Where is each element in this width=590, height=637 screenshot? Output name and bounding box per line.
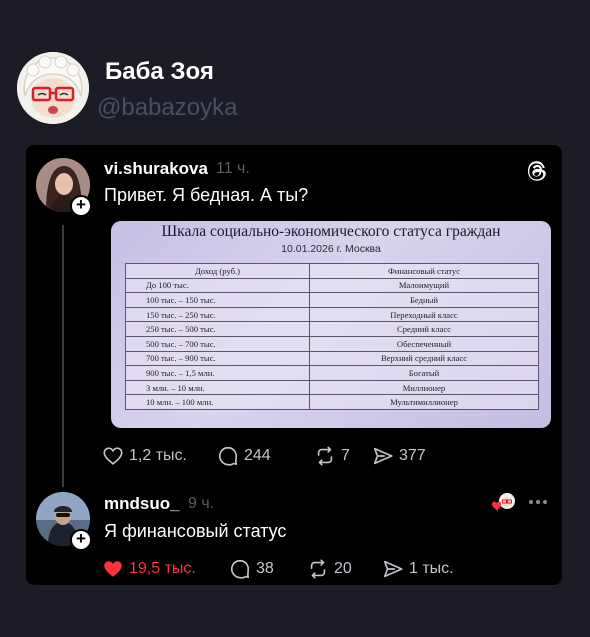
more-options-icon[interactable]	[528, 499, 548, 505]
author-liked-icon	[492, 493, 515, 511]
table-cell: Обеспеченный	[309, 335, 539, 352]
table-cell: Верхний средний класс	[309, 350, 539, 367]
reply-repost-count: 20	[334, 560, 352, 577]
table-cell: 100 тыс. – 150 тыс.	[125, 292, 310, 308]
reply-comment-count: 38	[256, 560, 274, 577]
table-row: 150 тыс. – 250 тыс. Переходный класс	[125, 306, 539, 323]
table-row: 700 тыс. – 900 тыс. Верхний средний класс	[125, 350, 539, 367]
comment-icon	[230, 559, 250, 579]
reply-comment-button[interactable]: 38	[229, 557, 274, 581]
reply-actions: 19,5 тыс. 38 20 1 тыс.	[102, 557, 522, 581]
reply-share-button[interactable]: 1 тыс.	[382, 557, 454, 581]
grandma-avatar-icon	[17, 52, 89, 124]
table-row: 10 млн. – 100 млн. Мультимиллионер	[125, 394, 539, 410]
author-avatar[interactable]	[17, 52, 89, 124]
follow-plus-icon[interactable]: +	[70, 195, 92, 217]
post-header: Баба Зоя @babazoyka	[0, 0, 590, 140]
comment-count: 244	[244, 447, 271, 464]
reply-username[interactable]: mndsuo_	[104, 494, 180, 514]
repost-icon	[310, 559, 326, 579]
repost-count: 7	[341, 447, 350, 464]
comment-button[interactable]: 244	[217, 444, 271, 468]
status-scale-table: Доход (руб.) Финансовый статус До 100 ты…	[125, 263, 539, 410]
table-row: 900 тыс. – 1,5 млн. Богатый	[125, 365, 539, 381]
table-row: 500 тыс. – 700 тыс. Обеспеченный	[125, 335, 539, 352]
heart-icon	[103, 447, 123, 465]
follow-plus-icon[interactable]: +	[70, 529, 92, 551]
post-actions: 1,2 тыс. 244 7 377	[102, 444, 522, 468]
table-cell: 900 тыс. – 1,5 млн.	[125, 365, 310, 381]
table-header: Доход (руб.)	[125, 263, 310, 279]
thread-connector-line	[62, 225, 64, 487]
post-username[interactable]: vi.shurakova	[104, 159, 208, 179]
like-button[interactable]: 1,2 тыс.	[102, 444, 187, 468]
repost-icon	[317, 446, 333, 466]
table-cell: 250 тыс. – 500 тыс.	[125, 321, 310, 337]
image-title: Шкала социально-экономического статуса г…	[161, 223, 501, 240]
reply-share-count: 1 тыс.	[409, 560, 454, 577]
reply-time: 9 ч.	[188, 495, 215, 512]
post-text: Привет. Я бедная. А ты?	[104, 185, 309, 205]
author-name[interactable]: Баба Зоя	[105, 58, 214, 86]
threads-card: + vi.shurakova 11 ч. Привет. Я бедная. А…	[26, 145, 562, 585]
post-image[interactable]: Шкала социально-экономического статуса г…	[111, 221, 551, 428]
table-cell: Средний класс	[309, 321, 539, 337]
reply-like-button[interactable]: 19,5 тыс.	[102, 557, 196, 581]
table-header: Финансовый статус	[309, 263, 539, 279]
author-handle[interactable]: @babazoyka	[97, 94, 237, 122]
table-cell: 700 тыс. – 900 тыс.	[125, 350, 310, 367]
comment-icon	[218, 446, 238, 466]
threads-logo-icon[interactable]	[524, 158, 550, 184]
reply-text: Я финансовый статус	[104, 521, 287, 541]
repost-button[interactable]: 7	[314, 444, 350, 468]
table-cell: Мультимиллионер	[309, 394, 539, 410]
heart-filled-icon	[104, 561, 122, 577]
table-cell: 10 млн. – 100 млн.	[125, 394, 310, 410]
table-cell: Переходный класс	[309, 306, 539, 323]
table-cell: Бедный	[309, 292, 539, 308]
table-cell: До 100 тыс.	[125, 277, 310, 294]
table-row: 3 млн. – 10 млн. Миллионер	[125, 379, 539, 396]
like-count: 1,2 тыс.	[129, 447, 187, 464]
send-icon	[383, 560, 403, 578]
table-row: До 100 тыс. Малоимущий	[125, 277, 539, 294]
table-row: 100 тыс. – 150 тыс. Бедный	[125, 292, 539, 308]
table-cell: 150 тыс. – 250 тыс.	[125, 306, 310, 323]
table-cell: Богатый	[309, 365, 539, 381]
table-row: 250 тыс. – 500 тыс. Средний класс	[125, 321, 539, 337]
image-date: 10.01.2026 г. Москва	[281, 243, 381, 255]
send-icon	[373, 447, 393, 465]
reply-like-count: 19,5 тыс.	[129, 560, 196, 577]
table-cell: 3 млн. – 10 млн.	[125, 379, 310, 396]
share-count: 377	[399, 447, 426, 464]
table-cell: 500 тыс. – 700 тыс.	[125, 335, 310, 352]
share-button[interactable]: 377	[372, 444, 426, 468]
table-cell: Миллионер	[309, 379, 539, 396]
table-cell: Малоимущий	[309, 277, 539, 294]
reply-repost-button[interactable]: 20	[307, 557, 352, 581]
post-time: 11 ч.	[216, 160, 250, 177]
table-header-row: Доход (руб.) Финансовый статус	[125, 263, 539, 279]
